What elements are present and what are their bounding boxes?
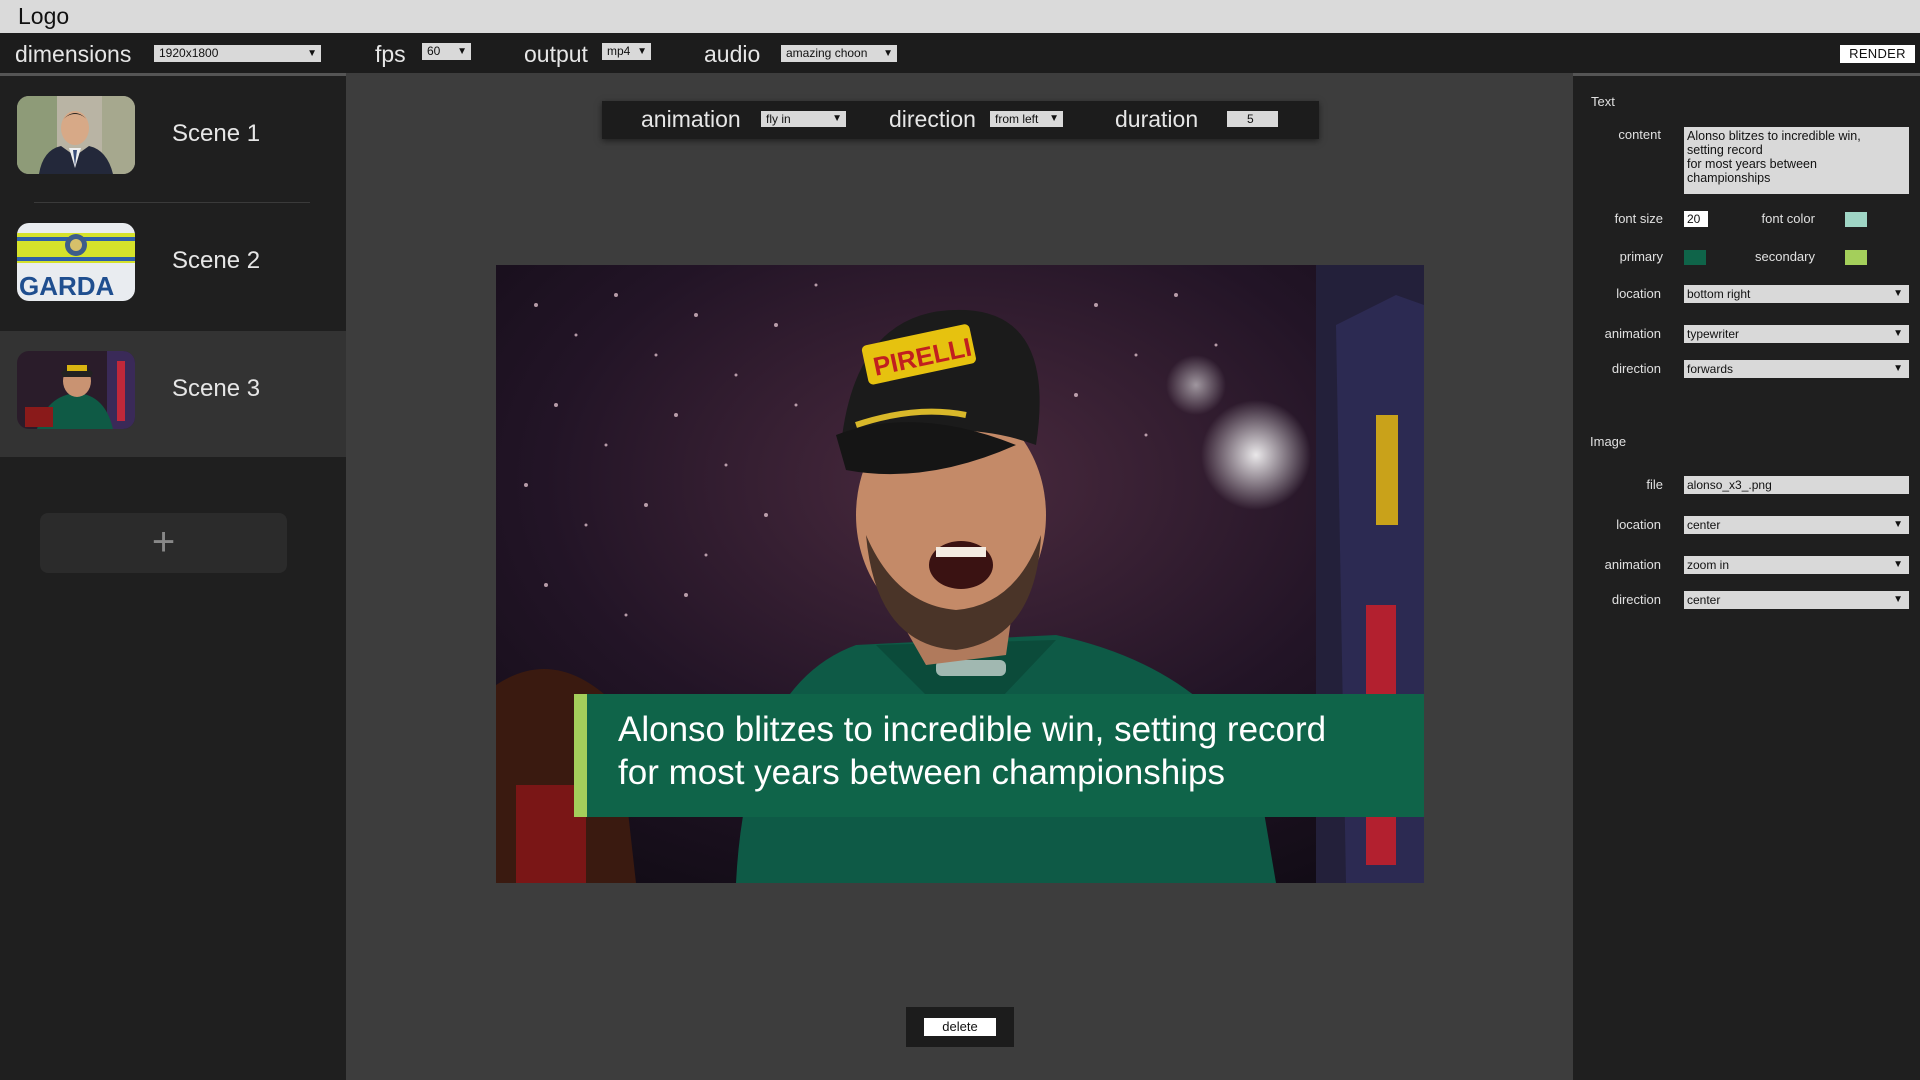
animation-label: animation	[641, 106, 741, 132]
add-scene-button[interactable]: +	[40, 513, 287, 573]
audio-value: amazing choon	[786, 46, 868, 60]
chevron-down-icon: ▼	[1893, 594, 1903, 605]
chevron-down-icon: ▼	[307, 48, 317, 59]
chevron-down-icon: ▼	[457, 46, 467, 57]
audio-label: audio	[704, 41, 761, 67]
chevron-down-icon: ▼	[1893, 559, 1903, 570]
font-color-swatch[interactable]	[1845, 212, 1867, 227]
text-location-label: location	[1616, 286, 1661, 301]
image-direction-label: direction	[1611, 592, 1661, 607]
scenes-sidebar: Scene 1 GARDA Scene 2 Scene 3 +	[0, 73, 346, 1080]
caption-line-1: Alonso blitzes to incredible win, settin…	[618, 710, 1327, 749]
image-animation-select[interactable]: zoom in ▼	[1684, 556, 1909, 574]
chevron-down-icon: ▼	[883, 48, 893, 59]
scene-1-name: Scene 1	[172, 120, 261, 147]
primary-color-swatch[interactable]	[1684, 250, 1706, 265]
app-logo: Logo	[18, 3, 70, 29]
image-section-title: Image	[1590, 434, 1627, 449]
scene-2-name: Scene 2	[172, 247, 261, 274]
image-animation-value: zoom in	[1687, 558, 1730, 572]
chevron-down-icon: ▼	[1893, 288, 1903, 299]
scene-animation-select[interactable]: fly in ▼	[761, 111, 846, 127]
chevron-down-icon: ▼	[637, 46, 647, 57]
text-animation-select[interactable]: typewriter ▼	[1684, 325, 1909, 343]
fps-label: fps	[375, 41, 406, 67]
font-size-input[interactable]: 20	[1684, 211, 1708, 227]
text-location-select[interactable]: bottom right ▼	[1684, 285, 1909, 303]
dimensions-value: 1920x1800	[159, 46, 219, 60]
title-bar: Logo	[0, 0, 1920, 33]
chevron-down-icon: ▼	[1893, 328, 1903, 339]
primary-label: primary	[1619, 249, 1663, 264]
caption-accent-bar	[574, 694, 587, 817]
image-file-input[interactable]: alonso_x3_.png	[1684, 476, 1909, 494]
caption-line-2: for most years between championships	[618, 753, 1225, 792]
audio-select[interactable]: amazing choon ▼	[781, 45, 897, 62]
scene-preview: cognizant JCB aramco PIRELLI	[496, 265, 1424, 883]
image-animation-label: animation	[1604, 557, 1661, 572]
fps-select[interactable]: 60 ▼	[422, 43, 471, 60]
scene-animation-bar: animation fly in ▼ direction from left ▼ d…	[602, 101, 1319, 139]
image-location-label: location	[1616, 517, 1661, 532]
fps-value: 60	[427, 44, 441, 58]
scene-1-thumbnail	[17, 96, 135, 174]
scene-direction-value: from left	[995, 112, 1039, 126]
image-location-value: center	[1687, 518, 1721, 532]
chevron-down-icon: ▼	[1893, 363, 1903, 374]
text-direction-value: forwards	[1687, 362, 1734, 376]
delete-button[interactable]: delete	[924, 1018, 996, 1036]
duration-label: duration	[1115, 106, 1199, 132]
text-section-title: Text	[1591, 94, 1615, 109]
scene-3-name: Scene 3	[172, 375, 261, 402]
scene-3-thumbnail	[17, 351, 135, 429]
output-select[interactable]: mp4 ▼	[602, 43, 651, 60]
chevron-down-icon: ▼	[832, 113, 842, 124]
file-label: file	[1646, 477, 1663, 492]
text-location-value: bottom right	[1687, 287, 1751, 301]
delete-container: delete	[906, 1007, 1014, 1047]
image-direction-value: center	[1687, 593, 1721, 607]
image-location-select[interactable]: center ▼	[1684, 516, 1909, 534]
content-line-1: Alonso blitzes to incredible win,	[1687, 129, 1861, 143]
content-label: content	[1618, 127, 1661, 142]
secondary-label: secondary	[1755, 249, 1815, 264]
content-textarea[interactable]: Alonso blitzes to incredible win, settin…	[1684, 127, 1909, 194]
render-button[interactable]: RENDER	[1840, 45, 1915, 63]
font-color-label: font color	[1761, 211, 1815, 226]
content-line-2: setting record	[1687, 143, 1763, 157]
dimensions-select[interactable]: 1920x1800 ▼	[154, 45, 321, 62]
scene-item-1[interactable]: Scene 1	[0, 76, 346, 202]
image-direction-select[interactable]: center ▼	[1684, 591, 1909, 609]
font-size-label: font size	[1614, 211, 1663, 226]
direction-label: direction	[889, 106, 976, 132]
top-toolbar: dimensions 1920x1800 ▼ fps 60 ▼ output mp4…	[0, 33, 1920, 73]
scene-item-3[interactable]: Scene 3	[0, 331, 346, 457]
scene-item-2[interactable]: GARDA Scene 2	[0, 203, 346, 329]
caption-overlay[interactable]: Alonso blitzes to incredible win, settin…	[574, 694, 1424, 817]
output-value: mp4	[607, 44, 631, 58]
secondary-color-swatch[interactable]	[1845, 250, 1867, 265]
chevron-down-icon: ▼	[1049, 113, 1059, 124]
text-animation-label: animation	[1604, 326, 1661, 341]
content-line-4: championships	[1687, 171, 1771, 185]
duration-input[interactable]: 5	[1227, 111, 1278, 127]
properties-panel: Text content Alonso blitzes to incredibl…	[1573, 73, 1920, 1080]
scene-direction-select[interactable]: from left ▼	[990, 111, 1063, 127]
text-direction-select[interactable]: forwards ▼	[1684, 360, 1909, 378]
scene-2-thumbnail: GARDA	[17, 223, 135, 301]
text-animation-value: typewriter	[1687, 327, 1740, 341]
content-line-3: for most years between	[1687, 157, 1817, 171]
dimensions-label: dimensions	[15, 41, 132, 67]
scene-animation-value: fly in	[766, 112, 791, 126]
output-label: output	[524, 41, 588, 67]
chevron-down-icon: ▼	[1893, 519, 1903, 530]
text-direction-label: direction	[1611, 361, 1661, 376]
svg-text:GARDA: GARDA	[19, 271, 115, 301]
